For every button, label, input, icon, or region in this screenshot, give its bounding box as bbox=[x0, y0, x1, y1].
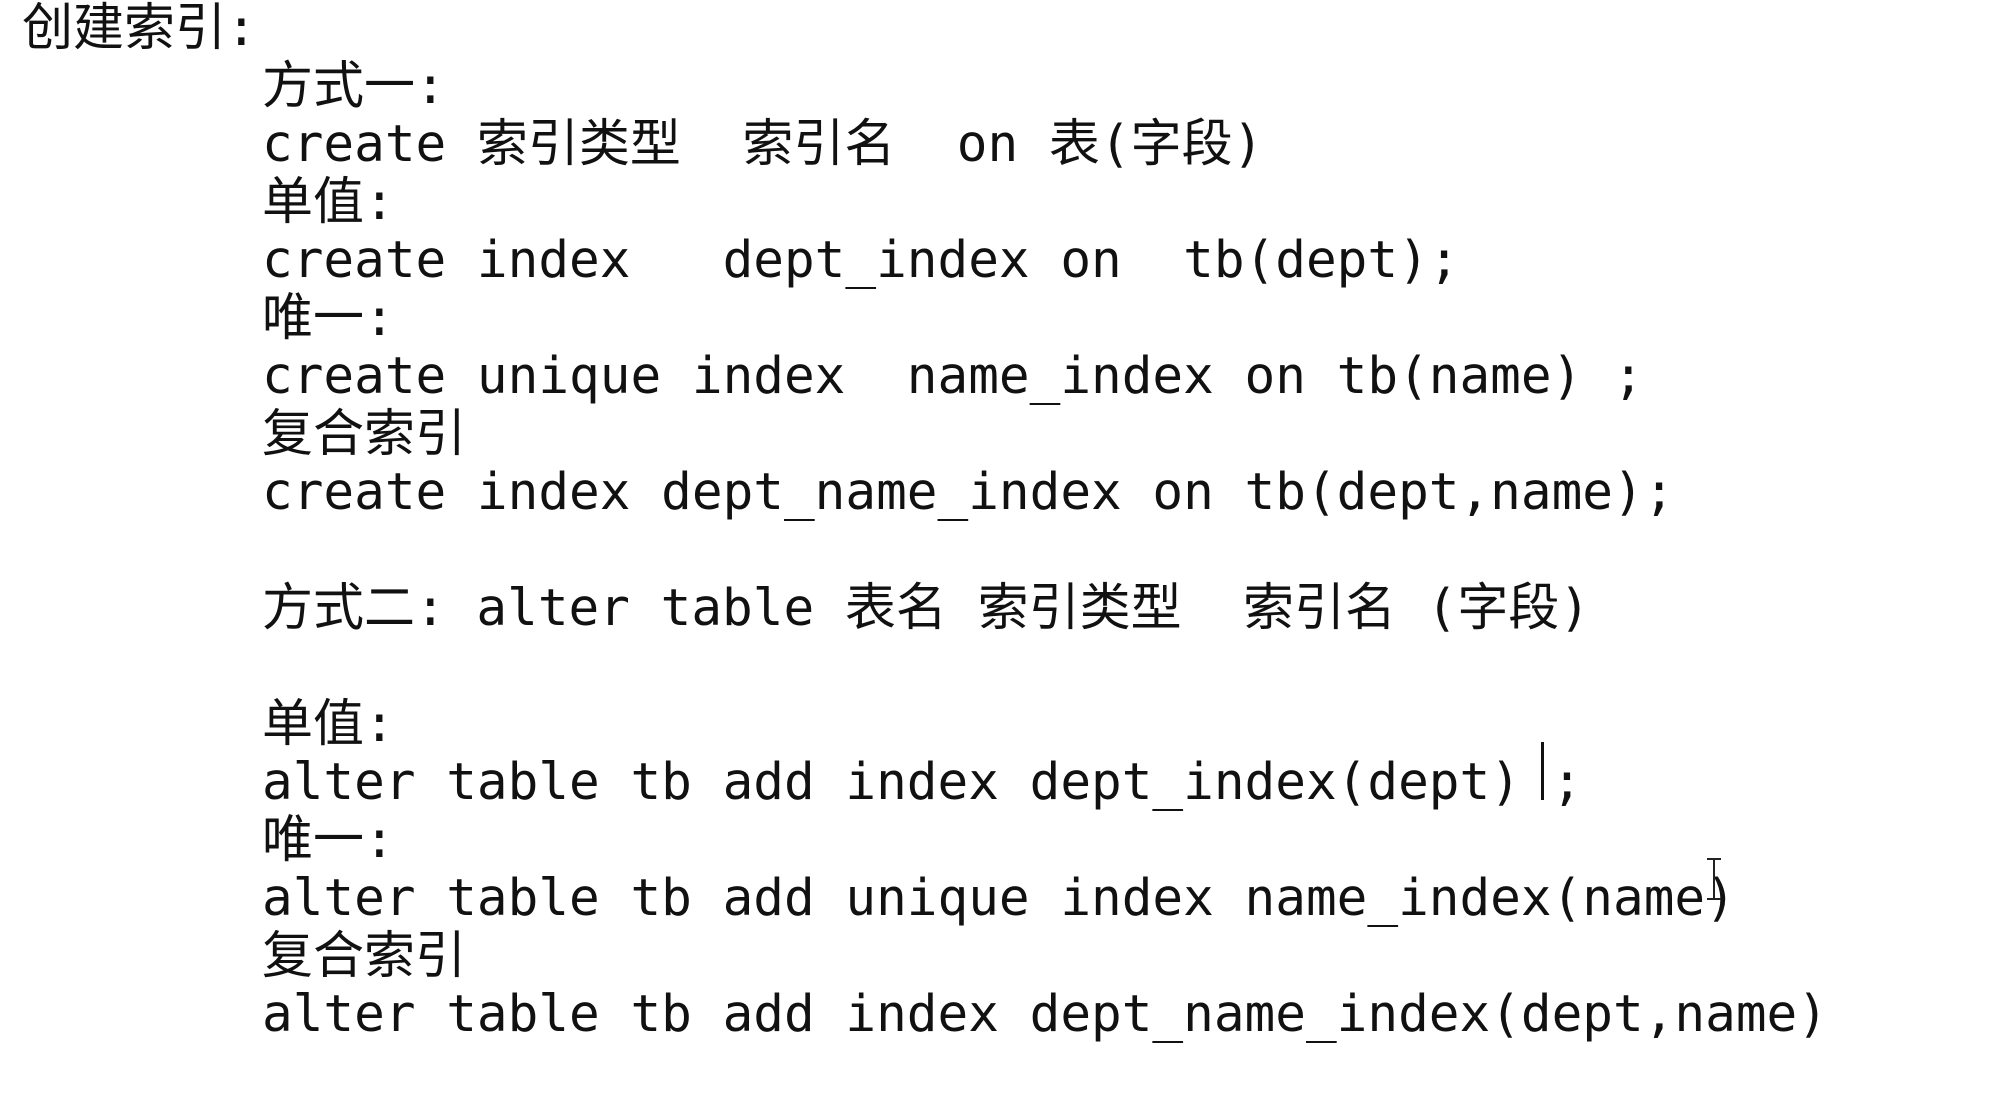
line-single-value-label: 单值: bbox=[262, 173, 395, 232]
line-method-one-syntax: create 索引类型 索引名 on 表(字段) bbox=[262, 115, 1264, 174]
line-composite-label: 复合索引 bbox=[262, 405, 467, 464]
i-beam-cursor-icon bbox=[1706, 858, 1722, 900]
line-create-unique-index: create unique index name_index on tb(nam… bbox=[262, 347, 1644, 406]
line-composite-label-2: 复合索引 bbox=[262, 927, 467, 986]
line-create-composite-index: create index dept_name_index on tb(dept,… bbox=[262, 463, 1675, 522]
line-unique-label-2: 唯一: bbox=[262, 811, 395, 870]
line-method-two-syntax: 方式二: alter table 表名 索引类型 索引名 (字段) bbox=[262, 579, 1591, 638]
line-alter-single-index: alter table tb add index dept_index(dept… bbox=[262, 753, 1583, 812]
heading-create-index: 创建索引: bbox=[22, 0, 257, 58]
line-method-one-label: 方式一: bbox=[262, 57, 446, 116]
line-unique-label: 唯一: bbox=[262, 289, 395, 348]
line-create-single-index: create index dept_index on tb(dept); bbox=[262, 231, 1460, 290]
text-editor[interactable]: 创建索引: 方式一: create 索引类型 索引名 on 表(字段) 单值: … bbox=[0, 0, 1990, 1106]
line-single-value-label-2: 单值: bbox=[262, 695, 395, 754]
text-caret bbox=[1541, 742, 1544, 800]
line-alter-unique-index: alter table tb add unique index name_ind… bbox=[262, 869, 1736, 928]
line-alter-composite-index: alter table tb add index dept_name_index… bbox=[262, 985, 1828, 1044]
